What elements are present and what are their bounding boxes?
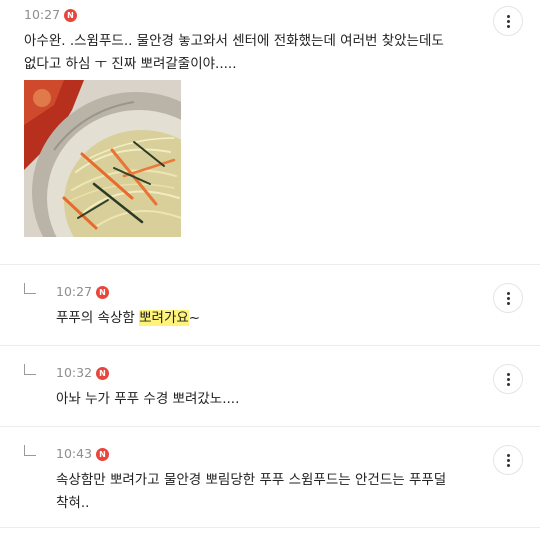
reply-comment-1: 10:27 N 푸푸의 속상함 뽀려가요~ bbox=[0, 265, 540, 345]
divider bbox=[0, 527, 540, 528]
comment-text: 속상함만 뽀려가고 물안경 뽀림당한 푸푸 스윔푸드는 안건드는 푸푸덜 착혀.… bbox=[56, 469, 446, 515]
comment-meta: 10:43 N bbox=[56, 446, 110, 462]
reply-arrow-icon bbox=[24, 283, 36, 294]
comment-text: 푸푸의 속상함 뽀려가요~ bbox=[56, 307, 200, 330]
comment-text-line: 속상함만 뽀려가고 물안경 뽀림당한 푸푸 스윔푸드는 안건드는 푸푸덜 bbox=[56, 472, 447, 488]
comment-1: 10:27 N 아수완. .스윔푸드.. 물안경 놓고와서 센터에 전화했는데 … bbox=[0, 0, 540, 264]
comment-text-part: ~ bbox=[188, 310, 201, 326]
more-vertical-icon bbox=[506, 291, 510, 295]
comment-meta: 10:32 N bbox=[56, 365, 110, 381]
attached-photo[interactable] bbox=[24, 80, 181, 237]
comment-text-line: 없다고 하심 ㅜ 진짜 뽀려갈줄이야..... bbox=[24, 56, 237, 72]
more-options-button[interactable] bbox=[493, 283, 523, 313]
comment-time: 10:27 bbox=[56, 284, 93, 299]
comment-meta: 10:27 N bbox=[56, 284, 110, 300]
reply-comment-3: 10:43 N 속상함만 뽀려가고 물안경 뽀림당한 푸푸 스윔푸드는 안건드는… bbox=[0, 427, 540, 531]
reply-arrow-icon bbox=[24, 445, 36, 456]
new-badge-icon: N bbox=[96, 447, 110, 461]
comment-text: 아수완. .스윔푸드.. 물안경 놓고와서 센터에 전화했는데 여러번 찾았는데… bbox=[24, 30, 444, 76]
comment-text: 아놔 누가 푸푸 수경 뽀려갔노.... bbox=[56, 388, 239, 411]
more-options-button[interactable] bbox=[493, 364, 523, 394]
new-badge-icon: N bbox=[96, 285, 110, 299]
more-vertical-icon bbox=[506, 372, 510, 376]
more-options-button[interactable] bbox=[493, 6, 523, 36]
comment-text-part: 아놔 누가 푸푸 수경 뽀려갔노.... bbox=[56, 391, 240, 407]
reply-arrow-icon bbox=[24, 364, 36, 375]
more-vertical-icon bbox=[506, 453, 510, 457]
highlighted-text: 뽀려가요 bbox=[139, 310, 189, 326]
comment-time: 10:43 bbox=[56, 446, 93, 461]
food-photo-image bbox=[24, 80, 181, 237]
comment-time: 10:27 bbox=[24, 7, 61, 22]
comment-meta: 10:27 N bbox=[24, 7, 78, 23]
new-badge-icon: N bbox=[96, 366, 110, 380]
comment-time: 10:32 bbox=[56, 365, 93, 380]
reply-comment-2: 10:32 N 아놔 누가 푸푸 수경 뽀려갔노.... bbox=[0, 346, 540, 426]
comment-text-part: 푸푸의 속상함 bbox=[56, 310, 140, 326]
comment-text-line: 아수완. .스윔푸드.. 물안경 놓고와서 센터에 전화했는데 여러번 찾았는데… bbox=[24, 33, 444, 49]
more-vertical-icon bbox=[506, 14, 510, 18]
comment-text-line: 착혀.. bbox=[56, 495, 90, 511]
new-badge-icon: N bbox=[64, 8, 78, 22]
more-options-button[interactable] bbox=[493, 445, 523, 475]
